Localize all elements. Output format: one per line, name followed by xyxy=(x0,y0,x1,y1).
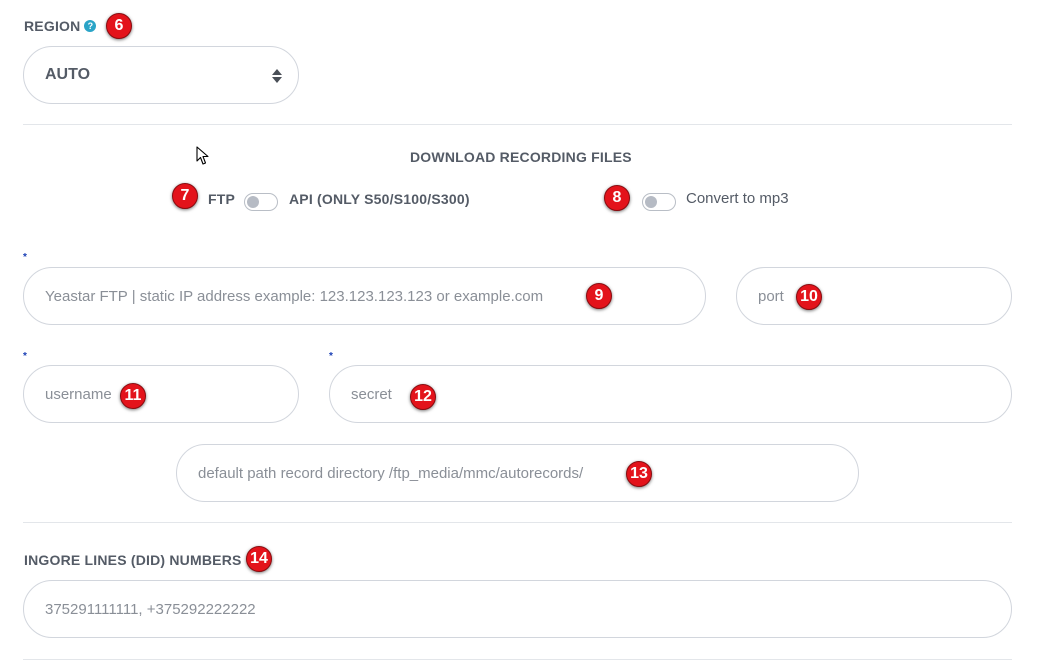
api-label: API (ONLY S50/S100/S300) xyxy=(289,191,470,207)
divider xyxy=(23,659,1012,660)
callout-badge-13: 13 xyxy=(626,461,652,487)
ftp-label: FTP xyxy=(208,191,236,207)
callout-badge-7: 7 xyxy=(172,183,198,209)
toggle-knob xyxy=(645,196,657,208)
required-mark: * xyxy=(329,351,333,362)
ignore-lines-field[interactable] xyxy=(23,580,1012,638)
sort-caret-icon xyxy=(272,69,282,83)
convert-mp3-toggle[interactable] xyxy=(642,193,676,211)
secret-input[interactable] xyxy=(351,385,1011,403)
question-circle-icon[interactable]: ? xyxy=(84,20,97,33)
divider xyxy=(23,522,1012,523)
record-path-field[interactable] xyxy=(176,444,859,502)
toggle-knob xyxy=(247,196,259,208)
callout-badge-8: 8 xyxy=(604,185,630,211)
required-mark: * xyxy=(23,252,27,263)
record-path-input[interactable] xyxy=(198,464,858,482)
callout-badge-9: 9 xyxy=(586,283,612,309)
port-field[interactable] xyxy=(736,267,1012,325)
callout-badge-6: 6 xyxy=(106,13,132,39)
ignore-lines-input[interactable] xyxy=(45,600,1011,618)
callout-badge-12: 12 xyxy=(410,384,436,410)
callout-badge-14: 14 xyxy=(246,546,272,572)
username-field[interactable] xyxy=(23,365,299,423)
ignore-lines-label: INGORE LINES (DID) NUMBERS xyxy=(24,552,242,568)
region-label-text: REGION xyxy=(24,18,81,34)
callout-badge-10: 10 xyxy=(796,284,822,310)
convert-mp3-label: Convert to mp3 xyxy=(686,190,789,207)
username-input[interactable] xyxy=(45,385,298,403)
region-select[interactable]: AUTO xyxy=(23,46,299,104)
region-label: REGION? xyxy=(24,18,97,34)
region-select-value: AUTO xyxy=(45,66,91,83)
mouse-cursor-icon xyxy=(196,146,209,165)
callout-badge-11: 11 xyxy=(120,383,146,409)
ftp-api-toggle[interactable] xyxy=(244,193,278,211)
required-mark: * xyxy=(23,351,27,362)
download-title: DOWNLOAD RECORDING FILES xyxy=(410,149,632,165)
divider xyxy=(23,124,1012,125)
